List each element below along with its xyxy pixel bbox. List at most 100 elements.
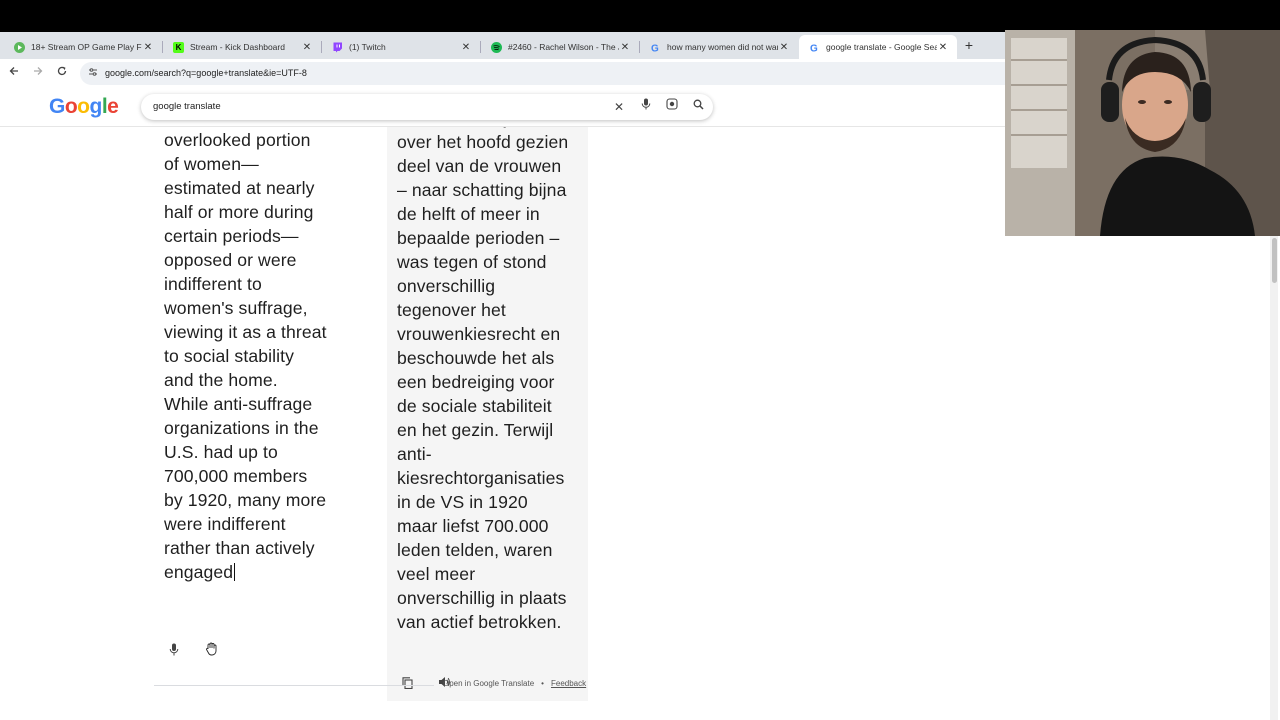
logo-letter: o <box>77 95 90 118</box>
translation-line: van actief betrokken. <box>397 612 562 632</box>
webcam-feed-image <box>1005 30 1280 236</box>
close-icon[interactable]: ✕ <box>778 42 790 53</box>
translation-line: maar liefst 700.000 <box>397 516 549 536</box>
source-line: half or more during <box>164 202 314 222</box>
svg-text:G: G <box>651 43 659 53</box>
url-text: google.com/search?q=google+translate&ie=… <box>105 68 307 78</box>
kick-icon: K <box>173 41 184 53</box>
clear-icon[interactable]: ✕ <box>610 98 628 116</box>
footer-separator: • <box>541 679 544 688</box>
screen: 18+ Stream OP Game Play First ✕ K Stream… <box>0 0 1280 720</box>
open-in-translate-link[interactable]: Open in Google Translate <box>443 679 534 688</box>
translation-line: veel meer <box>397 564 476 584</box>
logo-letter: e <box>107 95 119 118</box>
translate-footer: Open in Google Translate • Feedback <box>443 679 586 688</box>
translation-line: een bedreiging voor <box>397 372 555 392</box>
google-icon: G <box>809 42 820 53</box>
translation-line: leden telden, waren <box>397 540 553 560</box>
source-line: 700,000 members <box>164 466 308 486</box>
scrollbar-thumb[interactable] <box>1272 238 1277 283</box>
translation-line: over het hoofd gezien <box>397 132 569 152</box>
microphone-icon[interactable] <box>163 641 185 663</box>
tab-title: Stream - Kick Dashboard <box>190 42 285 52</box>
source-line: and the home. <box>164 370 278 390</box>
translation-line: vrouwenkiesrecht en <box>397 324 561 344</box>
logo-letter: g <box>89 95 103 118</box>
play-icon <box>14 41 25 53</box>
search-box[interactable]: google translate ✕ <box>141 94 713 120</box>
logo-letter: o <box>64 95 78 118</box>
forward-icon[interactable] <box>30 65 46 81</box>
source-line: women's suffrage, <box>164 298 308 318</box>
source-line: overlooked portion <box>164 130 311 150</box>
page-scrollbar[interactable] <box>1270 236 1278 720</box>
divider <box>154 685 434 686</box>
tab-rumble[interactable]: 18+ Stream OP Game Play First ✕ <box>4 35 162 59</box>
address-bar[interactable]: google.com/search?q=google+translate&ie=… <box>80 62 1005 85</box>
source-line: opposed or were <box>164 250 297 270</box>
browser-toolbar: google.com/search?q=google+translate&ie=… <box>0 59 1005 88</box>
translation-output: Een aanzienlijk, vaakover het hoofd gezi… <box>397 127 583 634</box>
logo-letter: G <box>49 95 65 118</box>
translation-line: kiesrechtorganisaties <box>397 468 565 488</box>
spotify-icon <box>491 41 502 53</box>
camera-search-icon[interactable] <box>663 98 681 116</box>
source-line: indifferent to <box>164 274 262 294</box>
webcam-overlay <box>1005 30 1280 236</box>
translation-line: anti- <box>397 444 432 464</box>
tab-twitch[interactable]: (1) Twitch ✕ <box>322 35 480 59</box>
source-text-panel[interactable]: Tongressive,overlooked portionof women—e… <box>154 127 376 675</box>
translation-line: bepaalde perioden – <box>397 228 560 248</box>
google-icon: G <box>650 42 661 53</box>
source-line: engaged <box>164 562 236 582</box>
tab-spotify[interactable]: #2460 - Rachel Wilson - The Jo ✕ <box>481 35 639 59</box>
translation-line: beschouwde het als <box>397 348 555 368</box>
source-line: organizations in the <box>164 418 319 438</box>
source-line: rather than actively <box>164 538 315 558</box>
google-header: Google google translate ✕ <box>0 88 1005 127</box>
source-line: to social stability <box>164 346 294 366</box>
translation-line: de sociale stabiliteit <box>397 396 552 416</box>
source-line: certain periods— <box>164 226 299 246</box>
close-icon[interactable]: ✕ <box>937 42 949 53</box>
search-icon[interactable] <box>689 98 707 116</box>
tab-title: #2460 - Rachel Wilson - The Jo <box>508 42 619 52</box>
google-logo[interactable]: Google <box>49 95 119 119</box>
tab-title: how many women did not want <box>667 42 778 52</box>
close-icon[interactable]: ✕ <box>142 42 154 53</box>
translation-line: in de VS in 1920 <box>397 492 528 512</box>
site-info-icon[interactable] <box>88 67 98 80</box>
tab-google-translate[interactable]: G google translate - Google Sear ✕ <box>799 35 957 59</box>
source-textarea[interactable]: Tongressive,overlooked portionof women—e… <box>164 127 342 584</box>
translation-line: onverschillig <box>397 276 496 296</box>
text-caret <box>234 563 236 581</box>
translation-line: tegenover het <box>397 300 506 320</box>
translation-line: – naar schatting bijna <box>397 180 567 200</box>
translation-line: de helft of meer in <box>397 204 540 224</box>
microphone-icon[interactable] <box>637 98 655 116</box>
close-icon[interactable]: ✕ <box>301 42 313 53</box>
twitch-icon <box>332 42 343 53</box>
handwriting-icon[interactable] <box>200 641 222 663</box>
svg-text:G: G <box>810 43 818 53</box>
source-line: were indifferent <box>164 514 286 534</box>
tab-title: 18+ Stream OP Game Play First <box>31 42 142 52</box>
translation-line: deel van de vrouwen <box>397 156 562 176</box>
source-line: estimated at nearly <box>164 178 315 198</box>
close-icon[interactable]: ✕ <box>460 42 472 53</box>
tab-google-search[interactable]: G how many women did not want ✕ <box>640 35 798 59</box>
new-tab-button[interactable]: + <box>962 37 976 53</box>
back-icon[interactable] <box>6 65 22 81</box>
source-line: by 1920, many more <box>164 490 327 510</box>
tab-kick[interactable]: K Stream - Kick Dashboard ✕ <box>163 35 321 59</box>
source-line: viewing it as a threat <box>164 322 327 342</box>
translation-line: en het gezin. Terwijl <box>397 420 554 440</box>
reload-icon[interactable] <box>54 65 70 81</box>
source-line: of women— <box>164 154 259 174</box>
search-input[interactable]: google translate <box>153 101 221 112</box>
tab-title: google translate - Google Sear <box>826 42 937 52</box>
translation-line: onverschillig in plaats <box>397 588 567 608</box>
source-line: U.S. had up to <box>164 442 278 462</box>
close-icon[interactable]: ✕ <box>619 42 631 53</box>
feedback-link[interactable]: Feedback <box>551 679 586 688</box>
